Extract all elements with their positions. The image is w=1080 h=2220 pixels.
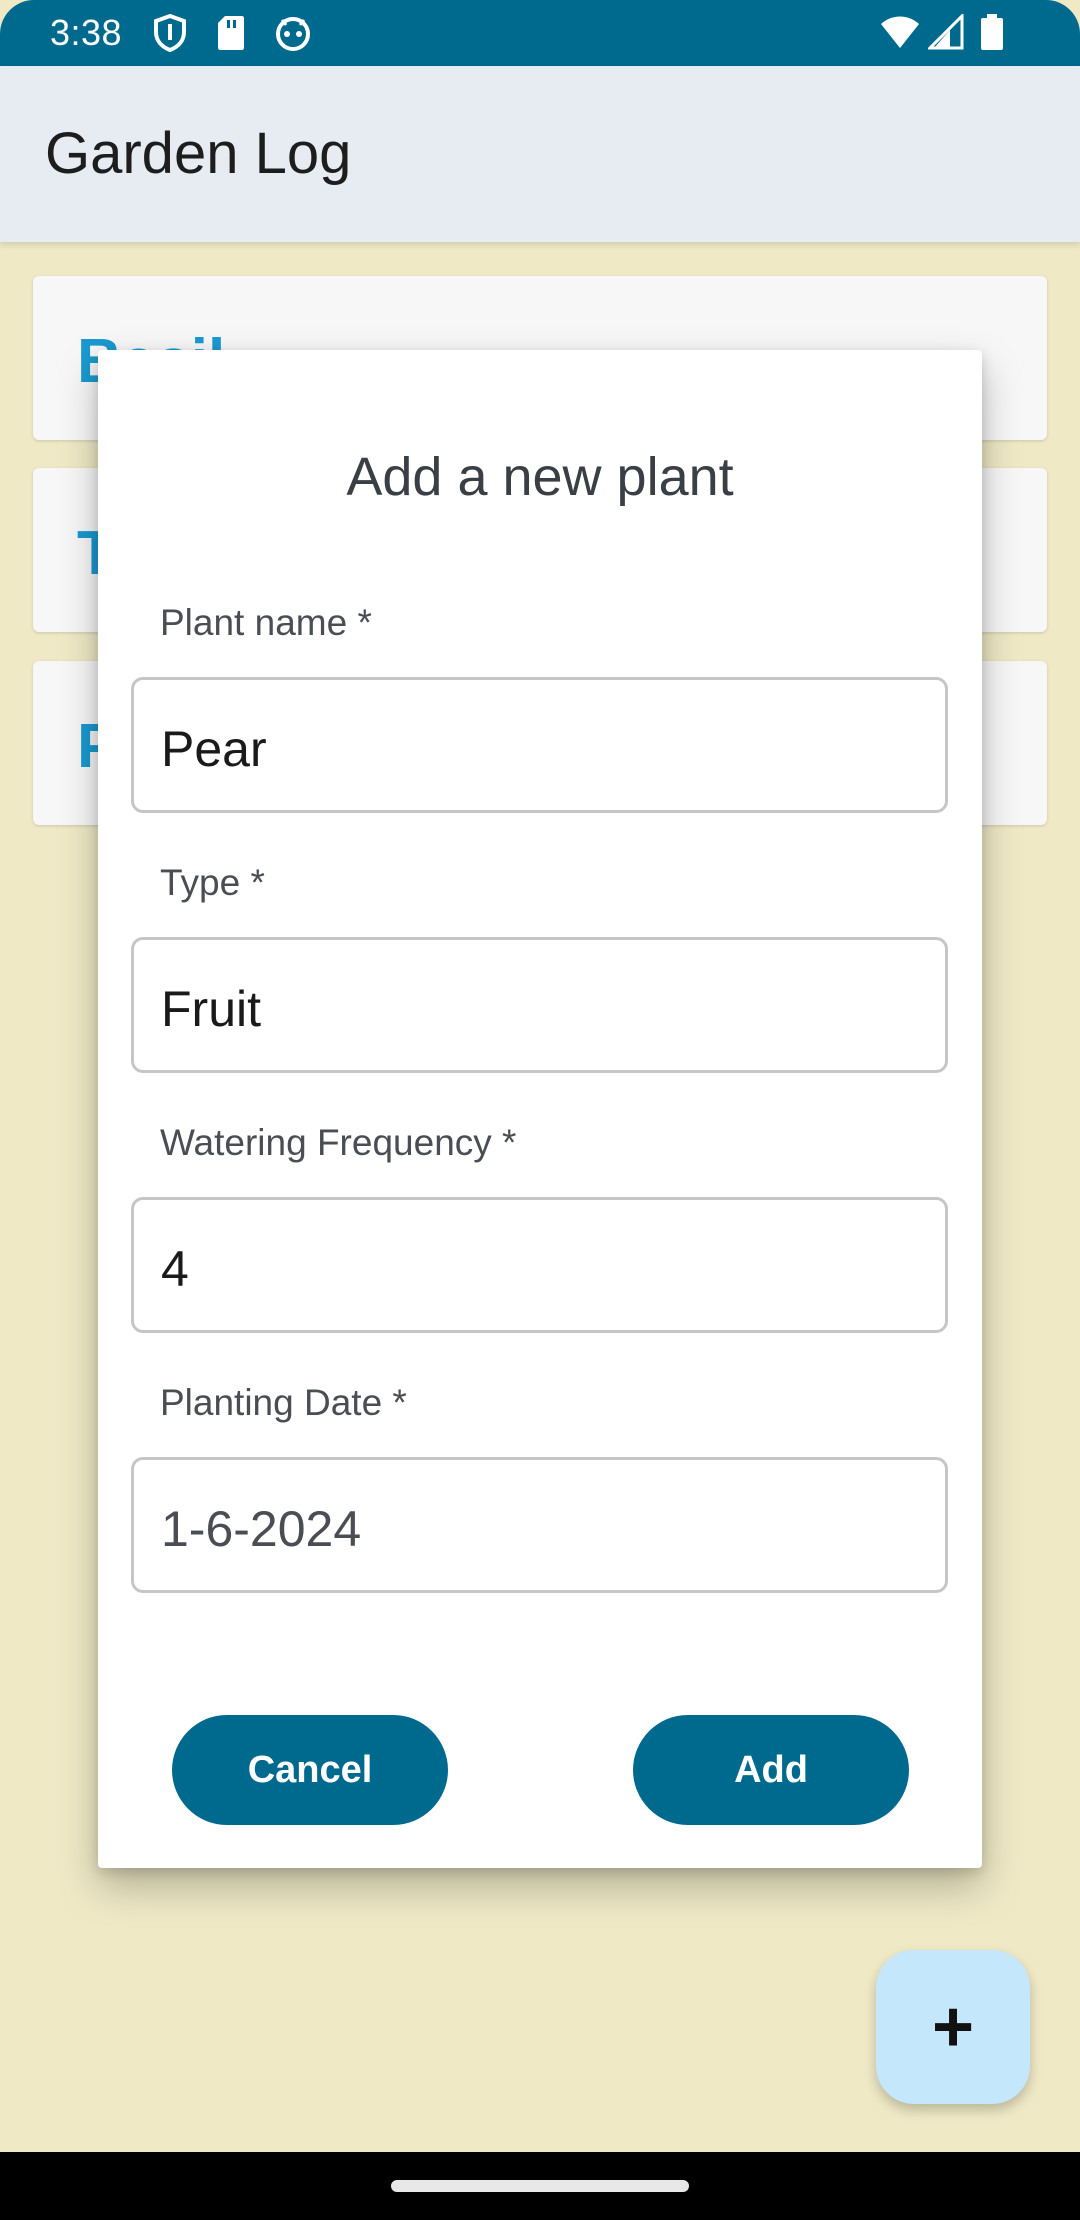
home-indicator[interactable]: [391, 2180, 689, 2192]
watering-frequency-value: 4: [161, 1241, 189, 1297]
planting-date-input[interactable]: 1-6-2024: [131, 1457, 948, 1593]
type-label: Type *: [160, 862, 265, 903]
dialog-title: Add a new plant: [346, 447, 734, 507]
watering-frequency-input[interactable]: 4: [131, 1197, 948, 1333]
plant-name-value: Pear: [161, 721, 267, 777]
type-value: Fruit: [161, 981, 261, 1037]
add-plant-dialog: Add a new plant Plant name * Pear Type *…: [98, 350, 982, 1868]
planting-date-value: 1-6-2024: [161, 1501, 362, 1557]
planting-date-label: Planting Date *: [160, 1382, 407, 1423]
plant-name-input[interactable]: Pear: [131, 677, 948, 813]
type-input[interactable]: Fruit: [131, 937, 948, 1073]
plus-icon: +: [931, 1987, 975, 2067]
add-plant-fab[interactable]: +: [876, 1950, 1030, 2104]
add-button[interactable]: Add: [633, 1715, 909, 1825]
cancel-button[interactable]: Cancel: [172, 1715, 448, 1825]
plant-name-label: Plant name *: [160, 602, 372, 643]
watering-frequency-label: Watering Frequency *: [160, 1122, 517, 1163]
